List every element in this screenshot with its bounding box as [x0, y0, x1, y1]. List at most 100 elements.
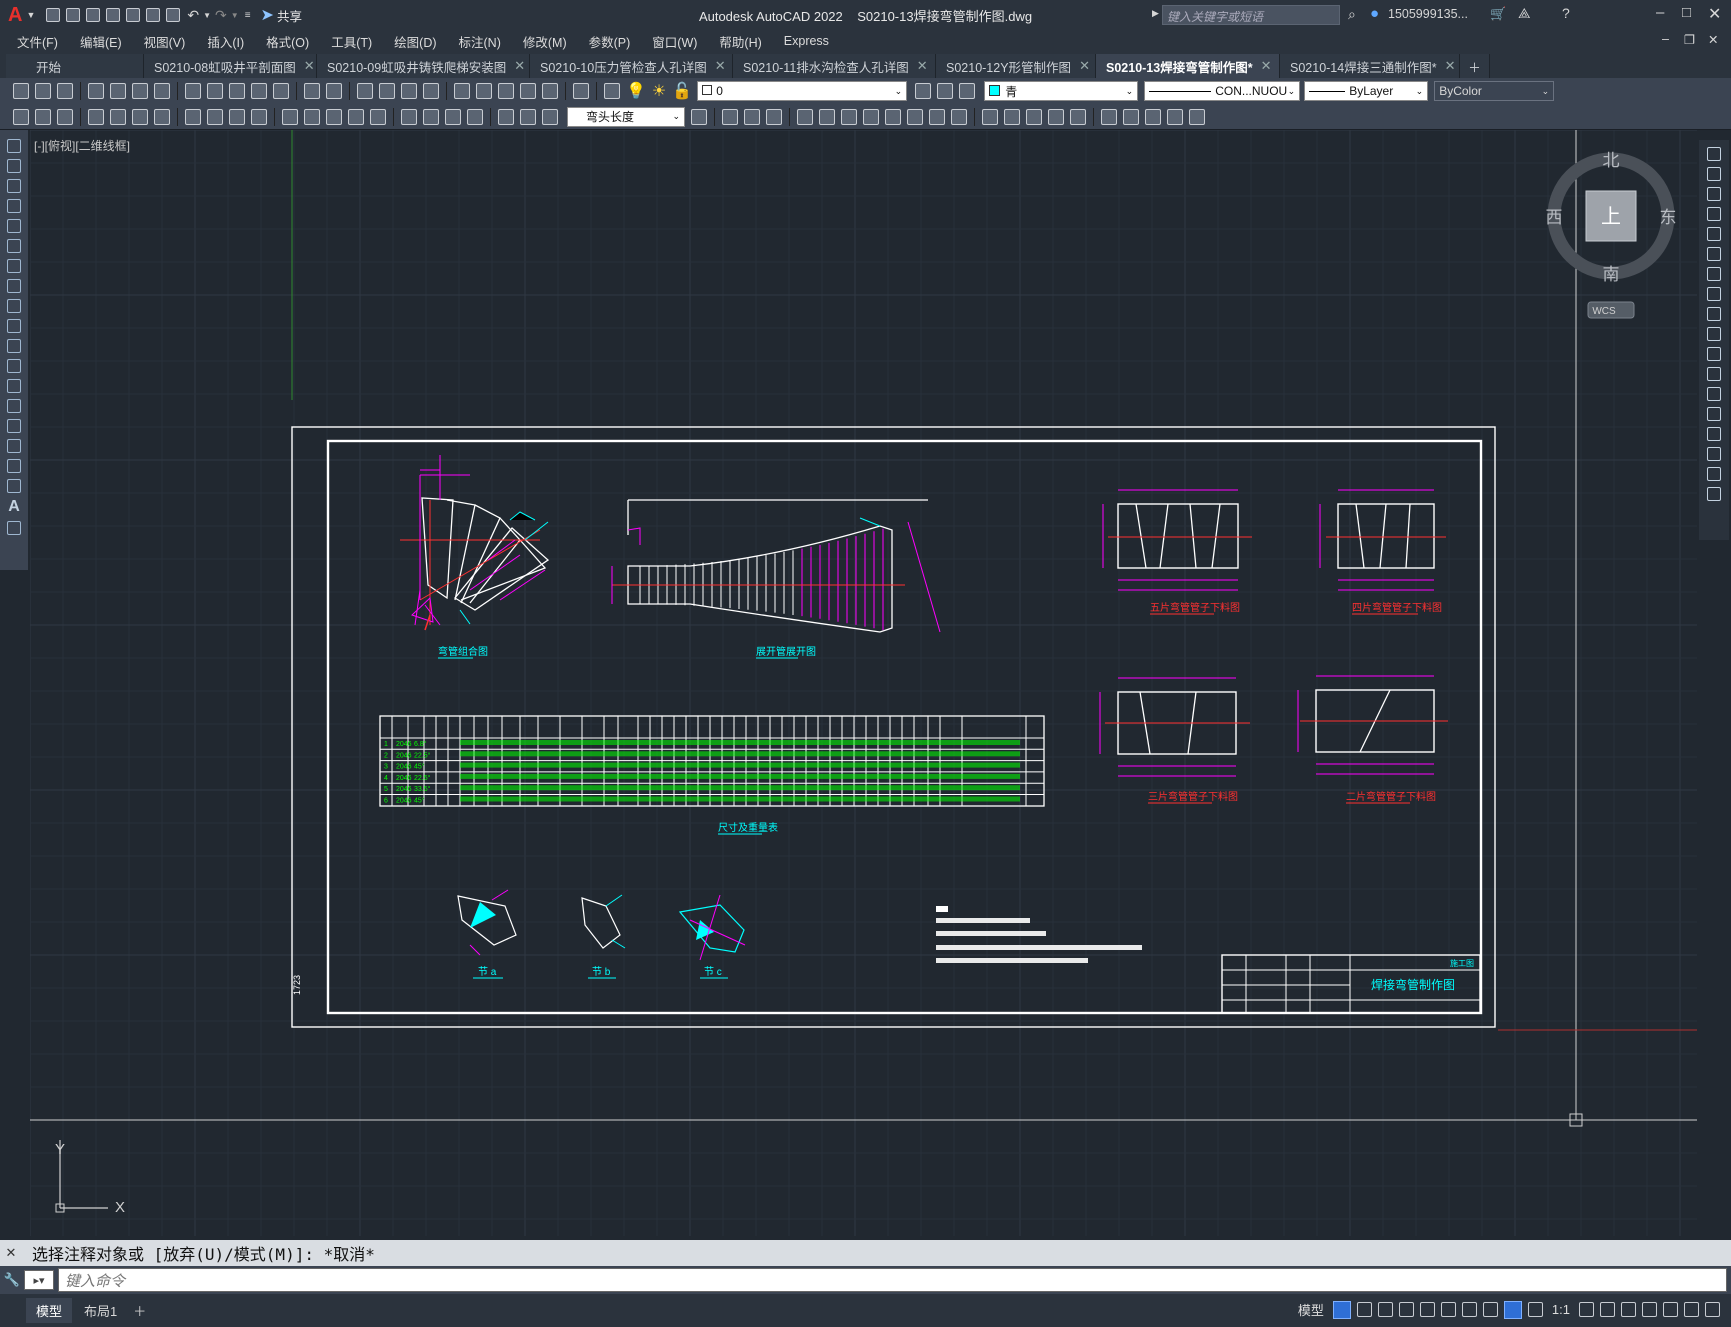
make-current-layer-icon[interactable] [915, 83, 932, 99]
autocad-logo-icon[interactable]: A [8, 4, 22, 27]
break-at-point-icon[interactable] [1707, 387, 1721, 401]
point-icon[interactable] [7, 399, 21, 413]
arc-length-icon[interactable] [132, 108, 148, 125]
ellipse-arc-icon[interactable] [7, 339, 21, 353]
close-tab-icon[interactable]: ✕ [304, 58, 315, 74]
redo-icon[interactable]: ↷ [215, 7, 227, 24]
modify-tool-icon[interactable] [1070, 108, 1086, 125]
center-mark-icon[interactable] [423, 108, 439, 125]
close-command-icon[interactable]: ✕ [0, 1246, 22, 1261]
tab-file[interactable]: S0210-12Y形管制作图 ✕ [936, 54, 1096, 78]
menu-help[interactable]: 帮助(H) [708, 32, 772, 51]
search-input[interactable]: 键入关键字或短语 [1162, 5, 1340, 25]
compass-east[interactable]: 东 [1660, 208, 1677, 227]
save-icon[interactable] [57, 83, 73, 99]
modify-tool-icon[interactable] [885, 108, 901, 125]
close-icon[interactable]: ✕ [1708, 4, 1721, 24]
units-icon[interactable] [1621, 1302, 1636, 1317]
tab-file[interactable]: S0210-14焊接三通制作图* ✕ [1280, 54, 1460, 78]
plot-icon[interactable] [166, 8, 181, 22]
modify-tool-icon[interactable] [929, 108, 945, 125]
continue-icon[interactable] [326, 108, 342, 125]
compass-north[interactable]: 北 [1603, 151, 1620, 170]
fillet-icon[interactable] [1707, 447, 1721, 461]
customization-menu-icon[interactable] [1705, 1302, 1720, 1317]
color-dropdown[interactable]: 青 ⌄ [984, 81, 1139, 101]
menu-edit[interactable]: 编辑(E) [69, 32, 133, 51]
customize-qat-icon[interactable]: ≡ [245, 10, 251, 21]
save-icon[interactable] [86, 8, 101, 22]
jogged-linear-icon[interactable] [467, 108, 483, 125]
drawing-viewport[interactable]: 弯管组合图 展开管展开图 五片弯管管子下料图 四片弯管管子下料图 三片弯管管子下… [30, 130, 1697, 1236]
new-file-icon[interactable] [46, 8, 61, 22]
layer-thaw-icon[interactable]: ☀ [652, 81, 666, 101]
user-icon[interactable]: ● [1370, 5, 1379, 22]
spline-icon[interactable] [7, 299, 21, 313]
tool-palettes-icon[interactable] [498, 83, 514, 99]
insert-block-icon[interactable] [7, 359, 21, 373]
radius-icon[interactable] [185, 108, 201, 125]
layer-previous-icon[interactable] [937, 83, 954, 99]
minimize-icon[interactable]: – [1656, 4, 1664, 21]
quick-dimension-icon[interactable] [282, 108, 298, 125]
tab-file[interactable]: S0210-09虹吸井铸铁爬梯安装图 ✕ [317, 54, 530, 78]
modify-tool-icon[interactable] [1101, 108, 1117, 125]
menu-modify[interactable]: 修改(M) [512, 32, 578, 51]
open-web-icon[interactable] [126, 8, 141, 22]
modify-tool-icon[interactable] [1189, 108, 1205, 125]
grid-icon[interactable] [1332, 1300, 1351, 1319]
undo-icon[interactable]: ↶ [187, 7, 199, 24]
offset-icon[interactable] [1707, 207, 1721, 221]
zoom-realtime-icon[interactable] [379, 83, 395, 99]
help-icon[interactable]: ? [1562, 5, 1570, 21]
table-icon[interactable] [7, 479, 21, 493]
graphics-performance-icon[interactable] [1663, 1302, 1678, 1317]
doc-minimize-icon[interactable]: – [1662, 32, 1669, 46]
multiline-text-icon[interactable]: A [8, 498, 20, 516]
redo-dropdown-icon[interactable]: ▼ [231, 11, 239, 20]
modify-tool-icon[interactable] [819, 108, 835, 125]
menu-window[interactable]: 窗口(W) [641, 32, 708, 51]
dimension-edit-icon[interactable] [498, 108, 514, 125]
ordinate-icon[interactable] [154, 108, 170, 125]
draw-order-front-icon[interactable] [722, 108, 738, 125]
layout-tab-model[interactable]: 模型 [26, 1298, 73, 1323]
dimension-text-edit-icon[interactable] [520, 108, 536, 125]
sheet-set-icon[interactable] [520, 83, 536, 99]
copy-icon[interactable] [207, 83, 223, 99]
menu-express[interactable]: Express [773, 34, 840, 48]
zoom-window-icon[interactable] [401, 83, 417, 99]
plot-icon[interactable] [88, 83, 104, 99]
modify-tool-icon[interactable] [1167, 108, 1183, 125]
publish-icon[interactable] [132, 83, 148, 99]
annotation-scale[interactable]: 1:1 [1552, 1302, 1570, 1317]
doc-close-icon[interactable]: ✕ [1708, 32, 1718, 47]
close-tab-icon[interactable]: ✕ [1261, 58, 1272, 74]
annotation-monitor-icon[interactable] [1600, 1302, 1615, 1317]
model-space-button[interactable]: 模型 [1298, 1300, 1324, 1319]
tab-file[interactable]: S0210-11排水沟检查人孔详图 ✕ [733, 54, 936, 78]
tool-icon[interactable] [13, 108, 29, 125]
linear-dimension-icon[interactable] [88, 108, 104, 125]
modify-tool-icon[interactable] [1026, 108, 1042, 125]
ellipse-icon[interactable] [7, 319, 21, 333]
draw-order-back-icon[interactable] [744, 108, 760, 125]
autodesk-a360-icon[interactable]: ⟁ [1518, 5, 1531, 22]
arc-icon[interactable] [7, 239, 21, 253]
move-icon[interactable] [1707, 247, 1721, 261]
menu-draw[interactable]: 绘图(D) [383, 32, 447, 51]
draw-order-above-icon[interactable] [766, 108, 782, 125]
trim-icon[interactable] [1707, 327, 1721, 341]
clean-screen-icon[interactable] [1684, 1302, 1699, 1317]
tab-file-active[interactable]: S0210-13焊接弯管制作图* ✕ [1096, 54, 1280, 78]
rectangle-icon[interactable] [7, 219, 21, 233]
dimension-break-icon[interactable] [370, 108, 386, 125]
line-icon[interactable] [7, 139, 21, 153]
menu-parametric[interactable]: 参数(P) [578, 32, 642, 51]
modify-tool-icon[interactable] [1004, 108, 1020, 125]
command-input[interactable]: 键入命令 [58, 1268, 1727, 1292]
modify-tool-icon[interactable] [1123, 108, 1139, 125]
new-tab-button[interactable]: ＋ [1460, 54, 1490, 78]
paste-icon[interactable] [229, 83, 245, 99]
menu-view[interactable]: 视图(V) [133, 32, 197, 51]
